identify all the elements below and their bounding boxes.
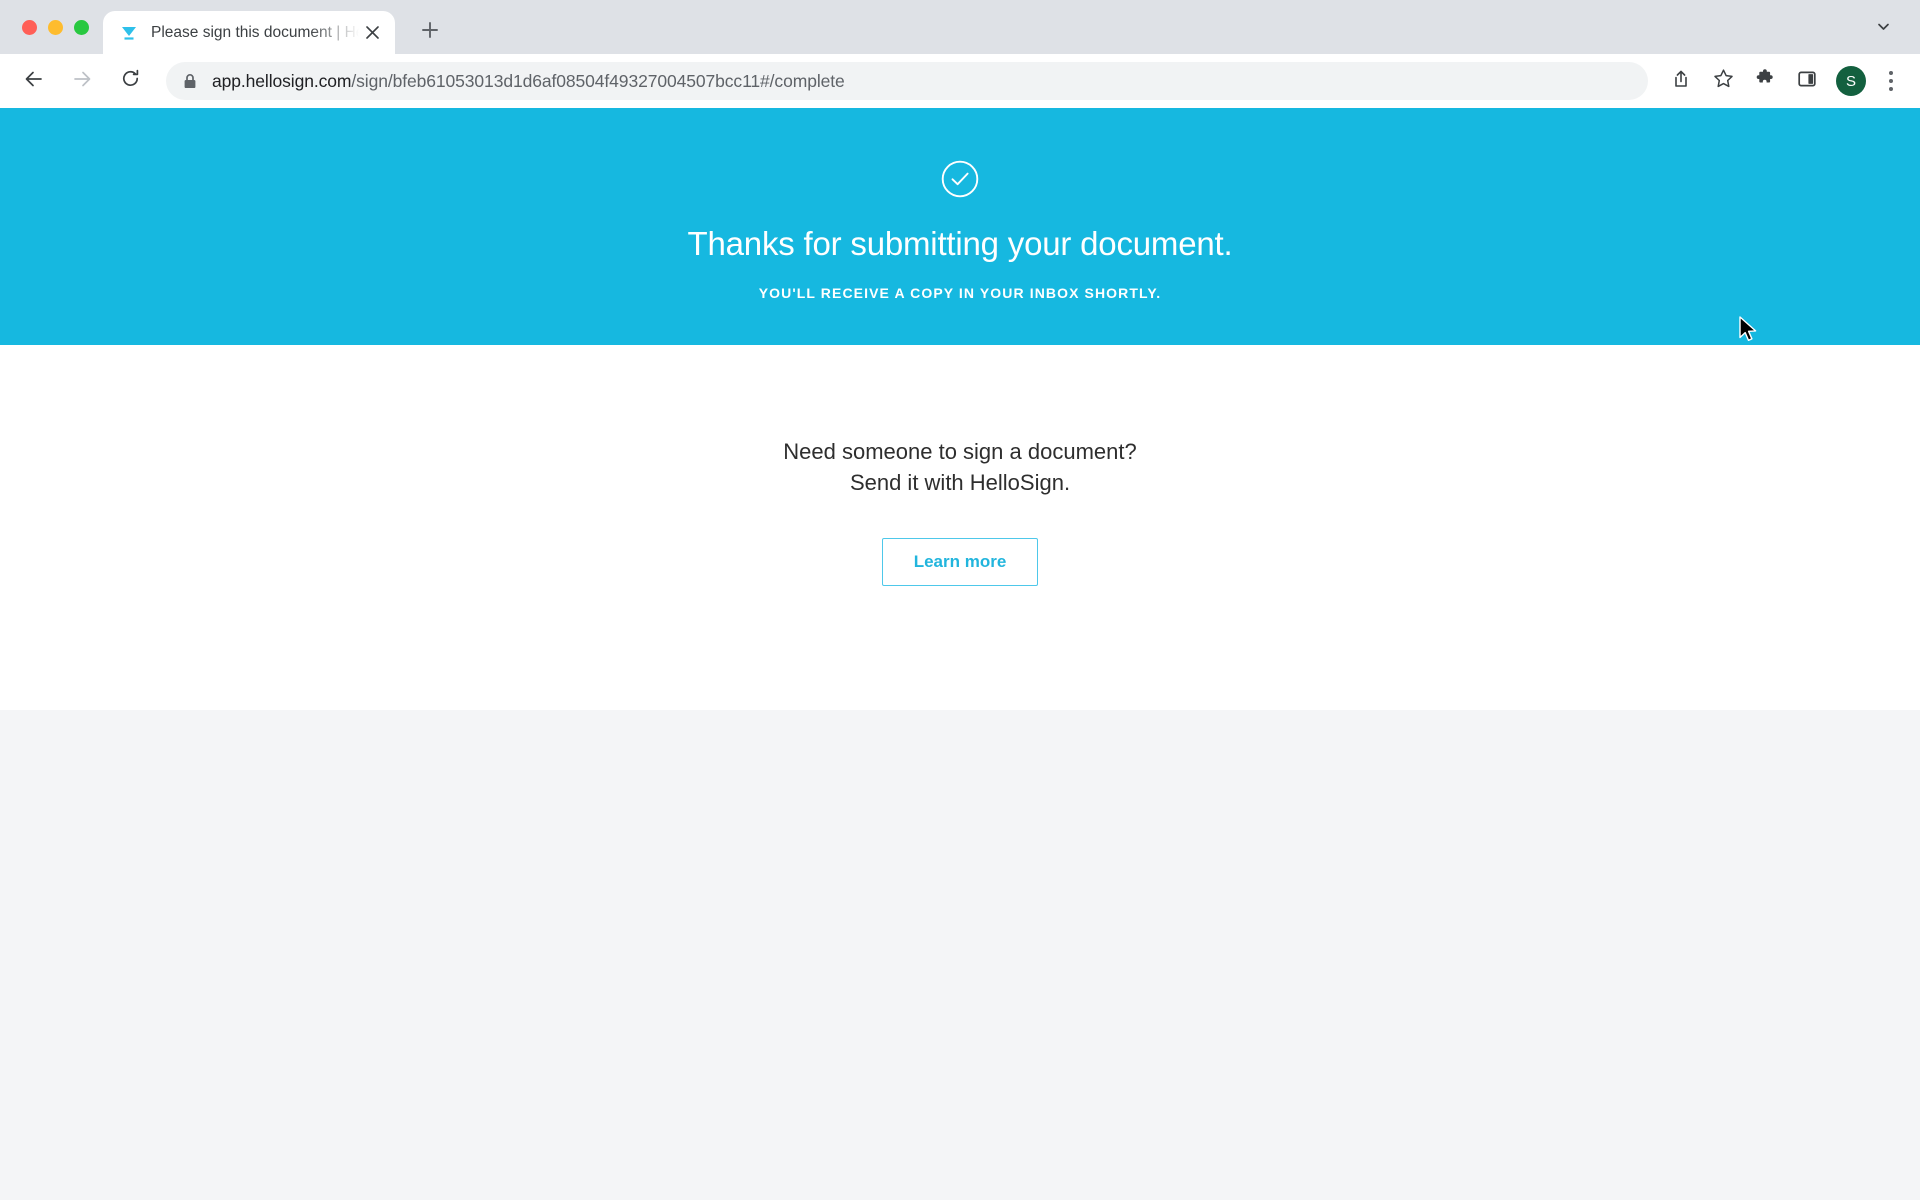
- bookmark-button[interactable]: [1704, 62, 1742, 100]
- forward-button[interactable]: [63, 62, 101, 100]
- page-title: Thanks for submitting your document.: [687, 224, 1233, 262]
- confirmation-banner: Thanks for submitting your document. YOU…: [0, 108, 1920, 345]
- back-button[interactable]: [15, 62, 53, 100]
- url-text: app.hellosign.com/sign/bfeb61053013d1d6a…: [212, 71, 845, 92]
- address-bar[interactable]: app.hellosign.com/sign/bfeb61053013d1d6a…: [166, 62, 1648, 100]
- arrow-left-icon: [23, 68, 45, 95]
- window-controls: [12, 0, 103, 54]
- extensions-button[interactable]: [1746, 62, 1784, 100]
- chevron-down-icon: [1876, 19, 1891, 39]
- learn-more-button[interactable]: Learn more: [881, 538, 1039, 587]
- tab-title: Please sign this document | He: [151, 23, 359, 41]
- side-panel-icon: [1797, 69, 1817, 94]
- share-icon: [1671, 69, 1691, 94]
- url-host: app.hellosign.com: [212, 70, 352, 91]
- browser-toolbar: app.hellosign.com/sign/bfeb61053013d1d6a…: [0, 54, 1920, 108]
- promo-section: Need someone to sign a document? Send it…: [0, 345, 1920, 710]
- promo-line-1: Need someone to sign a document?: [783, 439, 1137, 464]
- check-circle-icon: [940, 159, 980, 204]
- star-icon: [1713, 68, 1734, 94]
- hellosign-triangle-icon: [119, 23, 139, 43]
- close-icon[interactable]: [359, 20, 385, 46]
- tab-search-button[interactable]: [1868, 14, 1898, 44]
- kebab-menu-icon[interactable]: [1876, 62, 1906, 100]
- avatar[interactable]: S: [1836, 66, 1866, 96]
- new-tab-button[interactable]: [413, 15, 447, 49]
- plus-icon: [421, 21, 439, 44]
- page-footer-area: [0, 710, 1920, 1200]
- arrow-right-icon: [71, 68, 93, 95]
- reload-button[interactable]: [111, 62, 149, 100]
- share-button[interactable]: [1662, 62, 1700, 100]
- url-path: /sign/bfeb61053013d1d6af08504f4932700450…: [351, 70, 845, 91]
- close-window-button[interactable]: [22, 19, 37, 35]
- browser-tab-active[interactable]: Please sign this document | He: [103, 11, 395, 54]
- tab-strip: Please sign this document | He: [0, 0, 1920, 54]
- lock-icon: [182, 73, 198, 90]
- confirmation-subtitle: YOU'LL RECEIVE A COPY IN YOUR INBOX SHOR…: [758, 284, 1162, 301]
- side-panel-button[interactable]: [1788, 62, 1826, 100]
- puzzle-icon: [1755, 68, 1775, 94]
- browser-window: Please sign this document | He app.hello…: [0, 0, 1920, 1200]
- maximize-window-button[interactable]: [74, 19, 89, 35]
- minimize-window-button[interactable]: [48, 19, 63, 35]
- reload-icon: [120, 68, 141, 94]
- promo-line-2: Send it with HelloSign.: [849, 470, 1071, 496]
- page-viewport: Thanks for submitting your document. YOU…: [0, 108, 1920, 1200]
- toolbar-actions: S: [1658, 62, 1906, 100]
